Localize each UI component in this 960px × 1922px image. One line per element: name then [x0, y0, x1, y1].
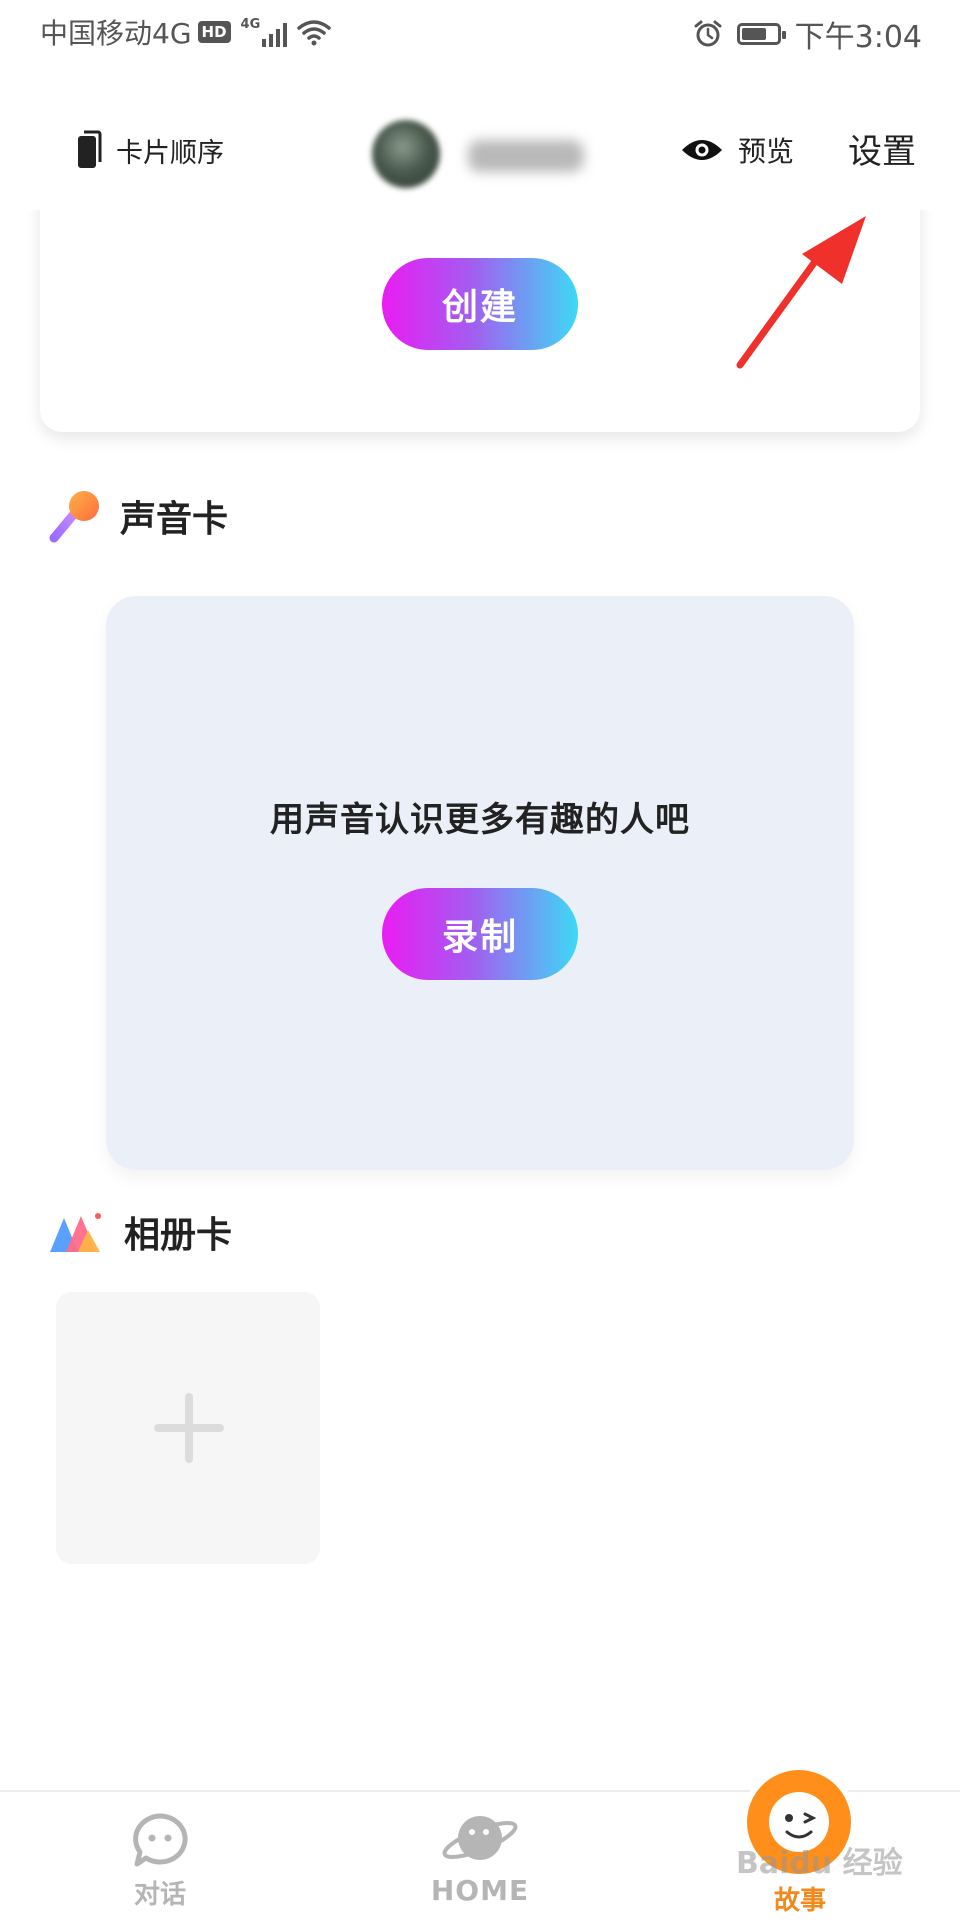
voice-card: 用声音认识更多有趣的人吧 录制: [106, 596, 854, 1170]
card-order-label: 卡片顺序: [116, 137, 224, 169]
card-order-icon: [78, 130, 102, 168]
clock: 下午3:04: [794, 20, 922, 55]
hd-badge: HD: [197, 21, 231, 43]
microphone-icon: [49, 491, 99, 543]
preview-label: 预览: [738, 135, 795, 168]
annotation-arrow-icon: [736, 216, 866, 369]
status-right: 下午3:04: [693, 12, 922, 56]
create-button[interactable]: 创建: [382, 258, 578, 350]
alarm-icon: [694, 20, 722, 47]
status-bar: 中国移动4G HD 4G 下午3:04: [0, 0, 960, 66]
nav-item-chat[interactable]: 对话: [60, 1792, 260, 1911]
network-type: 4G: [240, 17, 261, 32]
card-order-button[interactable]: 卡片顺序: [76, 130, 224, 170]
signal-icon: 4G: [241, 17, 288, 47]
username-blurred: [468, 140, 584, 172]
avatar[interactable]: [372, 120, 440, 188]
battery-level-fill: [741, 28, 766, 40]
album-card-heading: 相册卡: [48, 1206, 232, 1258]
wifi-icon: [297, 20, 331, 46]
profile-header: 卡片顺序 预览 设置: [0, 100, 960, 210]
eye-icon: [682, 140, 722, 160]
battery-icon: [736, 23, 786, 45]
nav-item-home[interactable]: HOME: [380, 1792, 580, 1907]
nav-label-story: 故事: [773, 1886, 826, 1916]
planet-icon: [442, 1816, 518, 1860]
nav-label-home: HOME: [430, 1874, 530, 1907]
voice-card-heading: 声音卡: [48, 488, 228, 544]
status-left: 中国移动4G HD 4G: [40, 12, 331, 52]
album-icon: [50, 1213, 101, 1252]
carrier-name: 中国移动4G: [40, 17, 192, 50]
chat-bubble-icon: [133, 1813, 188, 1867]
record-button[interactable]: 录制: [382, 888, 578, 980]
watermark: Baidu 经验: [736, 1846, 903, 1881]
preview-button[interactable]: 预览: [680, 130, 794, 170]
add-photo-tile[interactable]: [56, 1292, 320, 1564]
voice-card-title: 声音卡: [120, 499, 229, 540]
album-card-title: 相册卡: [124, 1215, 233, 1256]
nav-label-chat: 对话: [133, 1880, 186, 1910]
voice-card-prompt: 用声音认识更多有趣的人吧: [270, 800, 690, 840]
settings-button[interactable]: 设置: [848, 124, 916, 173]
